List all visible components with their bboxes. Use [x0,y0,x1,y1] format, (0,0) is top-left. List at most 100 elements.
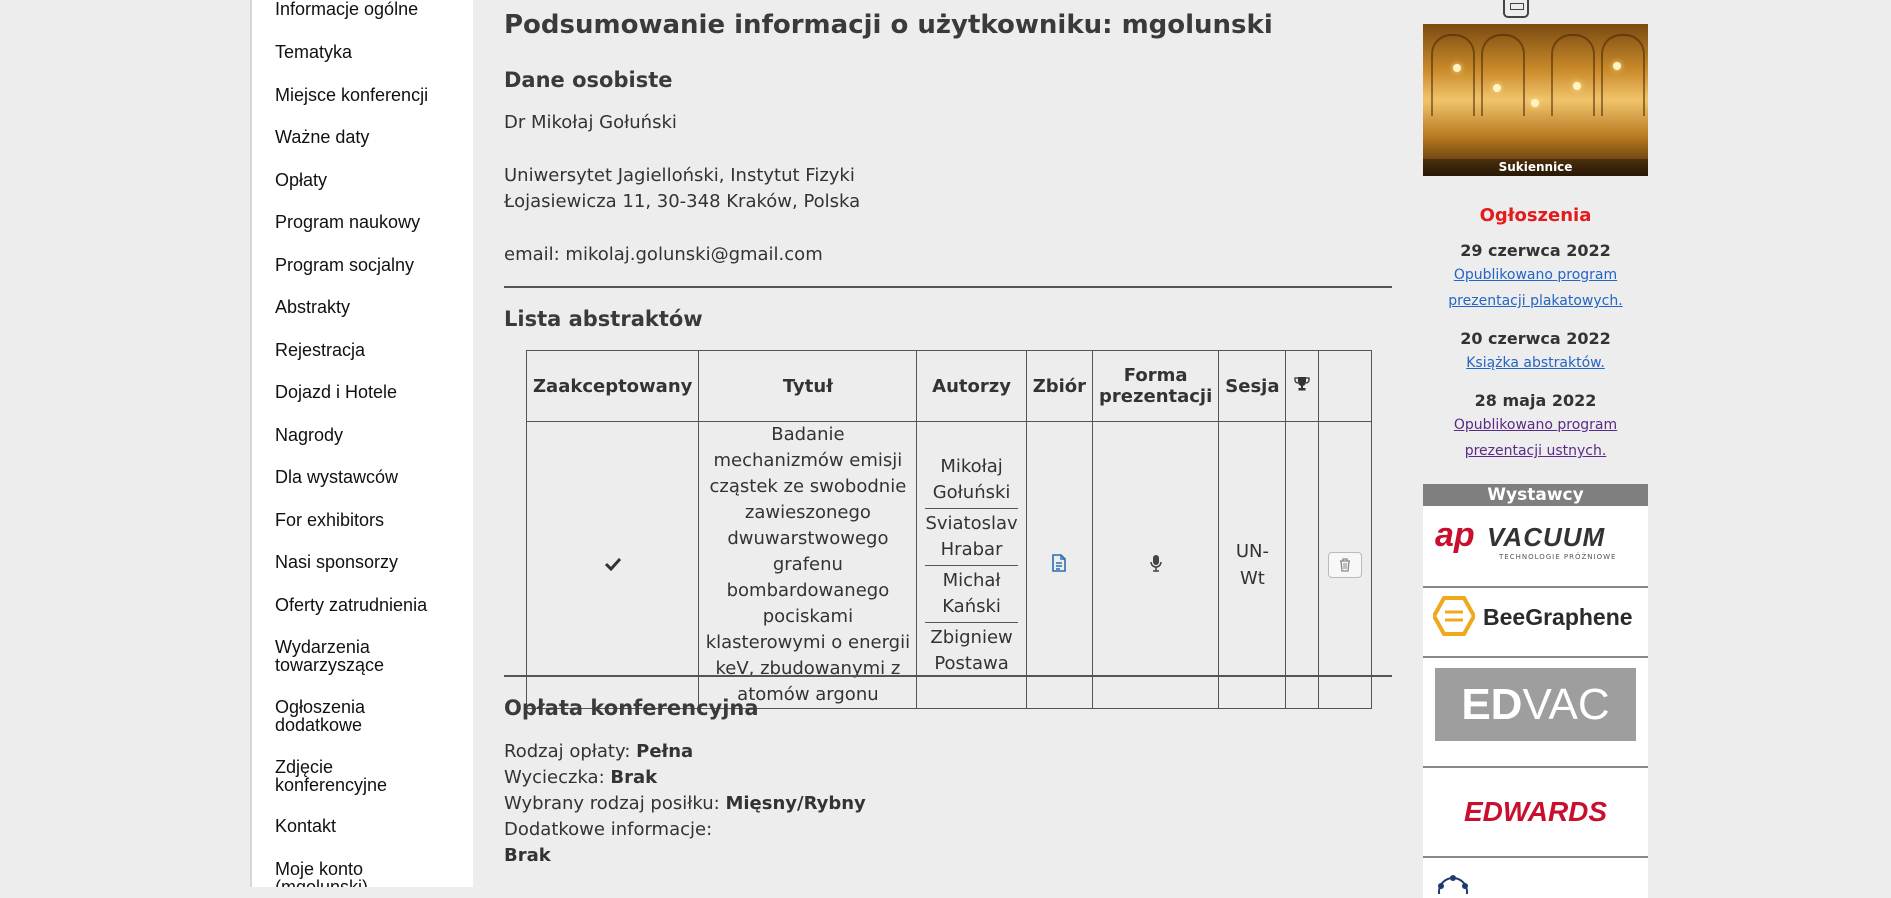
announcement-date: 28 maja 2022 [1474,391,1597,410]
beegraphene-logo-text: BeeGraphene [1483,604,1633,630]
collection-cell [1025,421,1094,709]
announcement-link-abstract-book[interactable]: Książka abstraktów. [1423,350,1648,376]
sponsor-beegraphene[interactable]: BeeGraphene [1423,588,1648,658]
photo-lamp [1531,99,1539,107]
fee-heading: Opłata konferencyjna [504,696,759,720]
announcement-link-oral-program[interactable]: Opublikowano program prezentacji ustnych… [1423,412,1648,464]
user-name: Dr Mikołaj Gołuński [504,112,677,133]
extra-info: Brak [504,845,551,866]
check-icon [604,557,621,571]
section-divider [504,286,1392,288]
trip-label: Wycieczka: [504,767,605,788]
nav-item-informacje-ogolne[interactable]: Informacje ogólne [275,0,465,18]
nav-item-zdjecie-konferencyjne[interactable]: Zdjęcie konferencyjne [275,758,425,794]
print-icon[interactable] [1503,0,1529,18]
extra-info-label: Dodatkowe informacje: [504,819,713,840]
announcements-title: Ogłoszenia [1479,205,1592,226]
col-header-presentation-form: Forma prezentacji [1092,350,1220,422]
award-cell [1285,421,1320,709]
sponsor-edwards[interactable]: EDWARDS [1423,768,1648,858]
nav-item-abstrakty[interactable]: Abstrakty [275,298,465,316]
abstracts-heading: Lista abstraktów [504,307,703,331]
author-name: Michał Kański [925,564,1018,622]
edvac-logo: EDVAC [1435,668,1636,741]
edvac-logo-bold: ED [1461,680,1523,729]
photo-lamp [1453,64,1461,72]
table-header-row: Zaakceptowany Tytuł Autorzy Zbiór Forma … [525,350,1372,422]
fee-type-label: Rodzaj opłaty: [504,741,631,762]
personal-data-heading: Dane osobiste [504,68,673,92]
abstract-title: Badanie mechanizmów emisji cząstek ze sw… [698,421,918,709]
author-name: Sviatoslav Hrabar [925,507,1018,565]
extra-info-value: Brak [504,845,551,866]
document-icon[interactable] [1051,553,1067,572]
fee-type: Rodzaj opłaty: Pełna [504,741,693,762]
meal-value: Mięsny/Rybny [725,793,866,814]
authors-cell: Mikołaj Gołuński Sviatoslav Hrabar Micha… [916,421,1027,709]
nav-item-wazne-daty[interactable]: Ważne daty [275,128,465,146]
announcement-link-poster-program[interactable]: Opublikowano program prezentacji plakato… [1423,262,1648,314]
col-header-collection: Zbiór [1025,350,1094,422]
author-name: Zbigniew Postawa [925,621,1018,679]
sponsor-partial[interactable] [1423,858,1648,898]
abstracts-table: Zaakceptowany Tytuł Autorzy Zbiór Forma … [525,350,1372,709]
microphone-icon [1149,554,1162,572]
col-header-accepted: Zaakceptowany [525,350,700,422]
col-header-title: Tytuł [698,350,918,422]
ap-vacuum-logo-mark: ap [1435,516,1475,554]
nav-item-nasi-sponsorzy[interactable]: Nasi sponsorzy [275,553,465,571]
edvac-logo-light: VAC [1522,680,1610,729]
user-affiliation: Uniwersytet Jagielloński, Instytut Fizyk… [504,165,855,186]
trophy-icon [1294,376,1310,390]
nav-item-ogloszenia-dodatkowe[interactable]: Ogłoszenia dodatkowe [275,698,425,734]
exhibitors-heading: Wystawcy [1423,484,1648,506]
nav-item-wydarzenia-towarzyszace[interactable]: Wydarzenia towarzyszące [275,638,425,674]
molecule-logo-icon [1438,875,1468,894]
nav-item-oplaty[interactable]: Opłaty [275,171,465,189]
sukiennice-photo[interactable]: Sukiennice [1423,24,1648,176]
section-divider [504,675,1392,677]
accepted-cell [525,421,700,709]
table-row: Badanie mechanizmów emisji cząstek ze sw… [525,421,1372,709]
presentation-form-cell [1092,421,1220,709]
nav-item-nagrody[interactable]: Nagrody [275,426,465,444]
nav-item-miejsce-konferencji[interactable]: Miejsce konferencji [275,86,465,104]
nav-item-program-socjalny[interactable]: Program socjalny [275,256,465,274]
fee-type-value: Pełna [636,741,694,762]
user-email: email: mikolaj.golunski@gmail.com [504,244,823,265]
meal-label: Wybrany rodzaj posiłku: [504,793,720,814]
nav-item-dla-wystawcow[interactable]: Dla wystawców [275,468,465,486]
col-header-authors: Autorzy [916,350,1027,422]
announcement-date: 20 czerwca 2022 [1460,329,1611,348]
nav-item-program-naukowy[interactable]: Program naukowy [275,213,465,231]
ap-vacuum-logo-text: VACUUM [1487,522,1606,552]
sponsor-ap-vacuum[interactable]: ap VACUUM TECHNOLOGIE PRÓŻNIOWE [1423,506,1648,588]
col-header-award [1285,350,1320,422]
sponsor-edvac[interactable]: EDVAC [1423,658,1648,768]
page-title: Podsumowanie informacji o użytkowniku: m… [504,10,1273,40]
nav-item-moje-konto[interactable]: Moje konto (mgolunski) [275,860,425,887]
photo-arch [1431,34,1475,116]
sidebar-nav: Informacje ogólne Tematyka Miejsce konfe… [250,0,473,887]
photo-caption: Sukiennice [1423,159,1648,176]
col-header-actions [1318,350,1372,422]
col-header-session: Sesja [1218,350,1287,422]
nav-item-tematyka[interactable]: Tematyka [275,43,465,61]
hexagon-icon [1433,596,1475,636]
delete-button[interactable] [1328,552,1363,578]
nav-item-oferty-zatrudnienia[interactable]: Oferty zatrudnienia [275,596,465,614]
edwards-logo-text: EDWARDS [1463,796,1608,827]
nav-item-for-exhibitors[interactable]: For exhibitors [275,511,465,529]
trash-icon [1340,558,1351,572]
photo-arch [1551,34,1595,116]
ap-vacuum-logo-subtitle: TECHNOLOGIE PRÓŻNIOWE [1499,553,1617,561]
photo-arch [1481,34,1525,116]
nav-item-dojazd-i-hotele[interactable]: Dojazd i Hotele [275,383,465,401]
photo-lamp [1613,62,1621,70]
user-address: Łojasiewicza 11, 30-348 Kraków, Polska [504,191,861,212]
trip-value: Brak [610,767,658,788]
nav-item-rejestracja[interactable]: Rejestracja [275,341,465,359]
announcement-date: 29 czerwca 2022 [1460,241,1611,260]
nav-item-kontakt[interactable]: Kontakt [275,817,465,835]
photo-lamp [1573,82,1581,90]
